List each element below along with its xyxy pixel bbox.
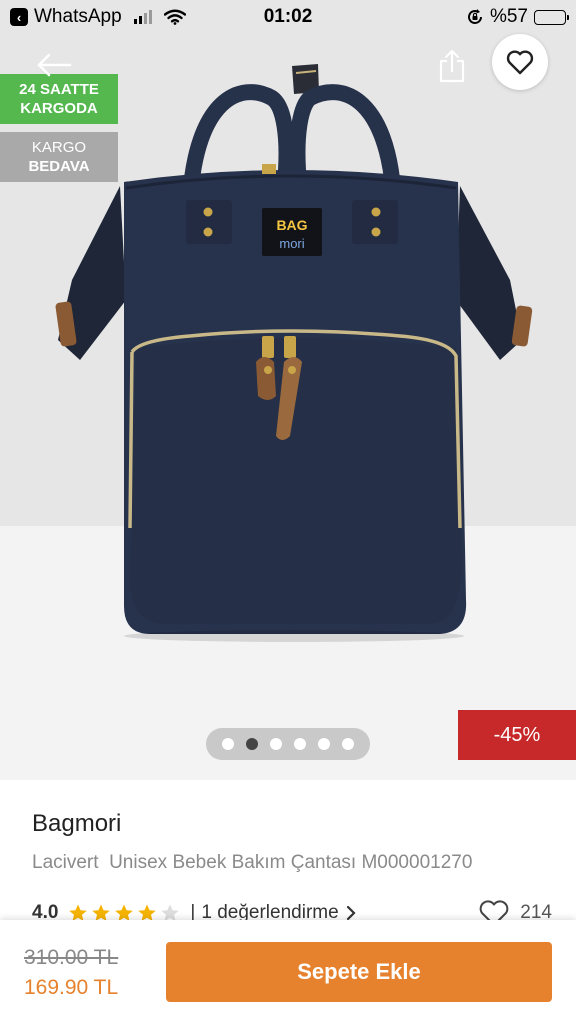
wifi-icon (163, 9, 186, 25)
pager-dot[interactable] (222, 738, 234, 750)
product-gallery[interactable]: BAG mori 24 SAATTE KARGODA KARGO BEDAVA … (0, 0, 576, 780)
heart-icon (506, 50, 534, 75)
pager-dot[interactable] (270, 738, 282, 750)
svg-text:mori: mori (279, 236, 304, 251)
old-price: 310.00 TL (24, 946, 119, 969)
product-info: Bagmori Lacivert Unisex Bebek Bakım Çant… (0, 780, 576, 926)
free-shipping-line1: KARGO (31, 139, 87, 156)
fast-shipping-line1: 24 SAATTE (19, 81, 99, 98)
back-app-label[interactable]: WhatsApp (34, 6, 122, 28)
chevron-right-icon (346, 905, 356, 921)
pager-dot[interactable] (294, 738, 306, 750)
battery-icon (534, 9, 569, 25)
status-left: ‹ WhatsApp (10, 6, 186, 28)
status-bar: ‹ WhatsApp 01:02 %57 (0, 0, 576, 34)
svg-text:BAG: BAG (276, 217, 307, 233)
share-button[interactable] (432, 44, 472, 88)
pager-dot-active[interactable] (246, 738, 258, 750)
back-button[interactable] (34, 50, 74, 80)
new-price: 169.90 TL (24, 976, 119, 999)
fast-shipping-line2: KARGODA (20, 100, 98, 117)
image-pager[interactable] (206, 728, 370, 760)
share-icon (439, 49, 465, 83)
arrow-left-icon (37, 53, 72, 77)
free-shipping-badge: KARGO BEDAVA (0, 132, 118, 182)
discount-badge: -45% (458, 710, 576, 760)
favorite-button[interactable] (492, 34, 548, 90)
pager-dot[interactable] (318, 738, 330, 750)
status-right: %57 (466, 6, 569, 28)
fast-shipping-badge: 24 SAATTE KARGODA (0, 74, 118, 124)
cellular-signal-icon (133, 10, 152, 24)
product-name: Lacivert Unisex Bebek Bakım Çantası M000… (32, 852, 473, 873)
free-shipping-line2: BEDAVA (28, 158, 90, 175)
pager-dot[interactable] (342, 738, 354, 750)
battery-percent: %57 (489, 6, 528, 27)
rotation-lock-icon (468, 9, 482, 24)
add-to-cart-button[interactable]: Sepete Ekle (166, 942, 552, 1002)
purchase-bar: 310.00 TL 169.90 TL Sepete Ekle (0, 920, 576, 1024)
brand-name[interactable]: Bagmori (32, 810, 121, 838)
back-to-app-icon[interactable]: ‹ (10, 8, 28, 26)
